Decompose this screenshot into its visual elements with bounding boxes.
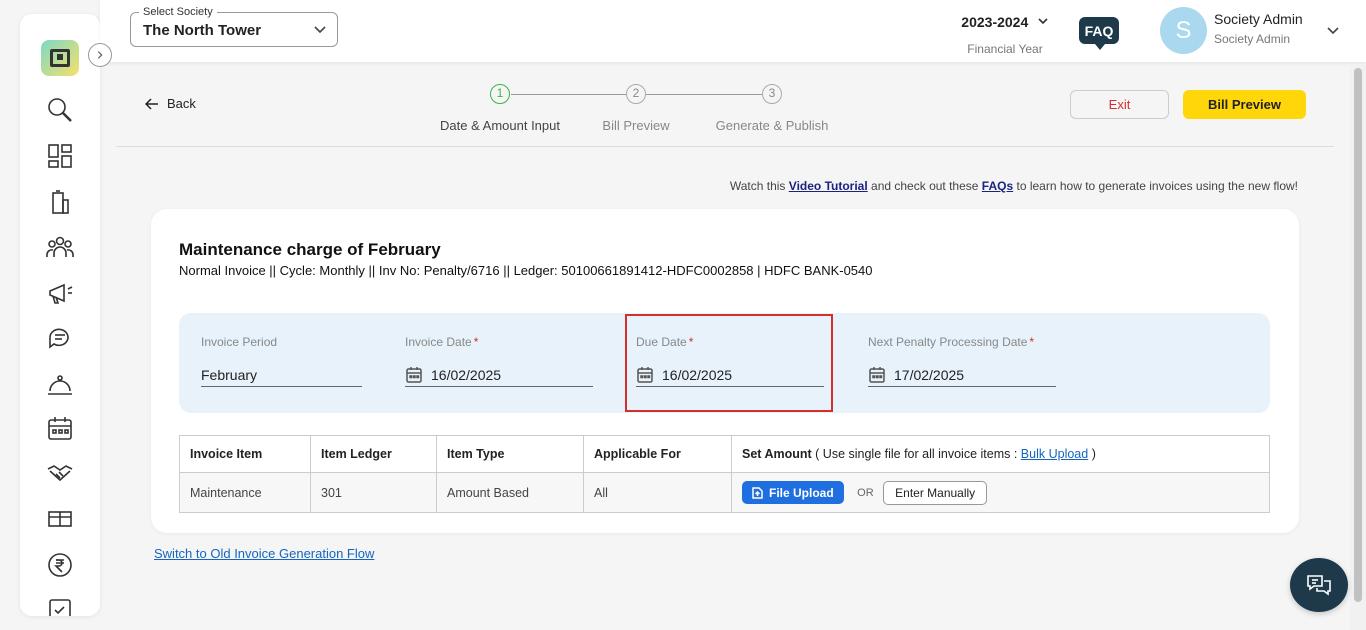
enter-manually-button[interactable]: Enter Manually (883, 480, 988, 505)
chevron-down-icon (314, 26, 326, 34)
user-role: Society Admin (1214, 32, 1291, 46)
left-sidebar (20, 14, 100, 616)
society-select-label: Select Society (139, 6, 217, 18)
package-icon[interactable] (44, 502, 76, 534)
society-select[interactable]: Select Society The North Tower (130, 6, 338, 47)
financial-year-value: 2023-2024 (961, 14, 1029, 30)
invoice-title: Maintenance charge of February (179, 240, 441, 259)
cell-ledger: 301 (310, 472, 437, 513)
due-date-value: 16/02/2025 (662, 366, 733, 383)
col-item-type: Item Type (436, 435, 584, 473)
step-3: 3 Generate & Publish (712, 84, 832, 133)
service-icon[interactable] (44, 368, 76, 400)
set-amount-note-end: ) (1091, 447, 1096, 461)
or-separator: OR (857, 486, 874, 499)
step-2: 2 Bill Preview (576, 84, 696, 133)
members-icon[interactable] (44, 231, 76, 263)
required-mark: * (473, 335, 479, 349)
cell-item: Maintenance (179, 472, 311, 513)
avatar[interactable]: S (1160, 7, 1207, 54)
invoice-subtitle: Normal Invoice || Cycle: Monthly || Inv … (179, 263, 873, 278)
handshake-icon[interactable] (44, 457, 76, 489)
financial-year-label: Financial Year (967, 42, 1043, 56)
required-mark: * (688, 335, 694, 349)
main-content: Back 1 Date & Amount Input 2 Bill Previe… (116, 62, 1334, 630)
task-icon[interactable] (44, 594, 76, 616)
col-invoice-item: Invoice Item (179, 435, 311, 473)
back-label: Back (167, 96, 196, 111)
switch-old-flow-link[interactable]: Switch to Old Invoice Generation Flow (154, 546, 374, 561)
col-applicable-for: Applicable For (583, 435, 732, 473)
calendar-icon[interactable] (405, 366, 423, 384)
search-icon[interactable] (44, 94, 76, 126)
penalty-date-value: 17/02/2025 (894, 366, 965, 383)
step-2-label: Bill Preview (602, 118, 670, 133)
top-header: Select Society The North Tower 2023-2024… (100, 0, 1366, 62)
user-name: Society Admin (1214, 11, 1303, 27)
chevron-down-icon (1038, 18, 1048, 25)
chat-icon[interactable] (44, 322, 76, 354)
step-1-label: Date & Amount Input (440, 118, 560, 133)
society-select-value: The North Tower (143, 22, 262, 39)
page-scrollbar[interactable] (1350, 64, 1366, 630)
chat-support-button[interactable] (1290, 558, 1348, 612)
col-item-ledger: Item Ledger (310, 435, 437, 473)
step-1: 1 Date & Amount Input (440, 84, 560, 133)
set-amount-label: Set Amount (742, 447, 812, 461)
faq-button[interactable]: FAQ (1079, 17, 1119, 50)
set-amount-note: ( Use single file for all invoice items … (815, 447, 1018, 461)
announcement-icon[interactable] (44, 277, 76, 309)
calendar-icon[interactable] (636, 366, 654, 384)
due-date-label: Due Date (636, 335, 687, 349)
invoice-date-label: Invoice Date (405, 335, 472, 349)
step-3-number: 3 (762, 84, 782, 104)
dashboard-icon[interactable] (44, 140, 76, 172)
invoice-period-value: February (201, 366, 258, 383)
tutorial-prefix: Watch this (729, 179, 786, 193)
invoice-card: Maintenance charge of February Normal In… (151, 209, 1299, 533)
invoice-date-field[interactable]: Invoice Date * 16/02/2025 (405, 335, 593, 387)
tutorial-suffix: to learn how to generate invoices using … (1016, 179, 1298, 193)
bill-preview-button[interactable]: Bill Preview (1183, 90, 1306, 119)
back-button[interactable]: Back (145, 96, 196, 111)
step-1-number: 1 (490, 84, 510, 104)
building-icon[interactable] (44, 186, 76, 218)
invoice-period-label: Invoice Period (201, 335, 278, 349)
faqs-link[interactable]: FAQs (982, 179, 1013, 193)
step-2-number: 2 (626, 84, 646, 104)
penalty-date-label: Next Penalty Processing Date (868, 335, 1028, 349)
date-fields-panel: Invoice Period February Invoice Date * 16… (179, 313, 1270, 413)
file-icon (752, 486, 763, 499)
table-header-row: Invoice Item Item Ledger Item Type Appli… (179, 435, 1270, 473)
tutorial-note: Watch this Video Tutorial and check out … (730, 179, 1298, 193)
exit-button[interactable]: Exit (1070, 90, 1169, 119)
required-mark: * (1029, 335, 1035, 349)
app-logo[interactable] (41, 40, 79, 76)
video-tutorial-link[interactable]: Video Tutorial (789, 179, 868, 193)
invoice-items-table: Invoice Item Item Ledger Item Type Appli… (179, 435, 1270, 513)
invoice-period-field[interactable]: Invoice Period February (201, 335, 362, 387)
cell-set-amount: File Upload OR Enter Manually (731, 472, 1270, 513)
user-menu-chevron-icon[interactable] (1326, 23, 1340, 37)
cell-type: Amount Based (436, 472, 584, 513)
calendar-icon[interactable] (868, 366, 886, 384)
table-row: Maintenance 301 Amount Based All File Up… (179, 472, 1270, 513)
stepper-header: Back 1 Date & Amount Input 2 Bill Previe… (116, 62, 1334, 147)
file-upload-label: File Upload (769, 485, 834, 500)
sidebar-expand-button[interactable] (88, 43, 112, 67)
bulk-upload-link[interactable]: Bulk Upload (1021, 447, 1088, 461)
invoice-date-value: 16/02/2025 (431, 366, 502, 383)
financial-year-selector[interactable]: 2023-2024 Financial Year (950, 14, 1060, 56)
calendar-icon[interactable] (44, 413, 76, 445)
cell-applicable: All (583, 472, 732, 513)
step-3-label: Generate & Publish (715, 118, 829, 133)
chat-bubbles-icon (1307, 575, 1331, 596)
arrow-left-icon (145, 97, 158, 110)
penalty-date-field[interactable]: Next Penalty Processing Date * 17/02/2025 (868, 335, 1056, 387)
col-set-amount: Set Amount ( Use single file for all inv… (731, 435, 1270, 473)
tutorial-middle: and check out these (871, 179, 979, 193)
due-date-field[interactable]: Due Date * 16/02/2025 (636, 335, 824, 387)
rupee-icon[interactable] (44, 549, 76, 581)
file-upload-button[interactable]: File Upload (742, 481, 844, 504)
